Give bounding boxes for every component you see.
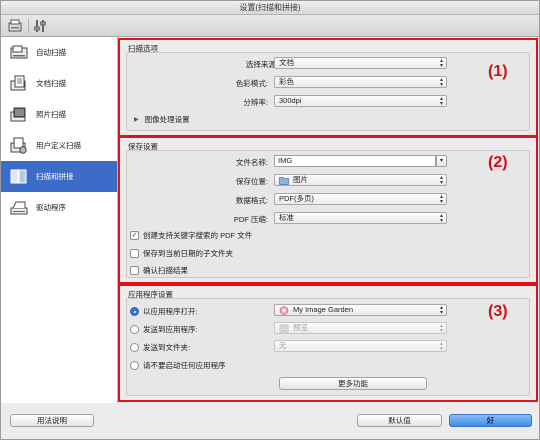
resolution-select[interactable]: 300dpi ▴ ▾: [274, 95, 447, 107]
select-arrows-icon: ▴ ▾: [439, 341, 443, 352]
preview-app-icon: [279, 324, 289, 333]
checkmark-icon: ✓: [130, 231, 139, 240]
general-settings-tab-icon[interactable]: [32, 18, 48, 34]
my-image-garden-icon: [279, 305, 289, 315]
select-arrows-icon: ▴ ▾: [439, 323, 443, 334]
section-marker-1: (1): [488, 63, 508, 80]
more-functions-button[interactable]: 更多功能: [279, 377, 427, 390]
section-marker-3: (3): [488, 303, 508, 320]
sidebar-item-auto-scan[interactable]: 自动扫描: [1, 37, 117, 68]
sidebar-item-driver[interactable]: 驱动程序: [1, 192, 117, 223]
scan-settings-tab-icon[interactable]: [7, 18, 23, 34]
sidebar-item-stitch-scan[interactable]: 扫描和拼接: [1, 161, 117, 192]
custom-scan-icon: [10, 137, 28, 155]
window-title: 设置(扫描和拼接): [1, 1, 539, 15]
data-format-select[interactable]: PDF(多页) ▴ ▾: [274, 193, 447, 205]
confirm-results-checkbox[interactable]: 确认扫描结果: [130, 265, 188, 276]
folder-icon: [279, 176, 289, 185]
defaults-button[interactable]: 默认值: [357, 414, 442, 427]
radio-send-to-app[interactable]: 发送到应用程序:: [130, 324, 198, 335]
filename-dropdown-button[interactable]: ▾: [436, 155, 447, 167]
radio-send-to-folder[interactable]: 发送到文件夹:: [130, 342, 190, 353]
auto-scan-icon: [10, 44, 28, 62]
source-label: 选择来源:: [245, 60, 278, 69]
keyword-pdf-checkbox[interactable]: ✓ 创建支持关键字搜索的 PDF 文件: [130, 230, 252, 241]
disclosure-triangle-icon: ▶: [134, 117, 139, 123]
open-with-app-select[interactable]: My Image Garden ▴ ▾: [274, 304, 447, 316]
main-panel: 扫描选项 (1) 选择来源: 文档 ▴ ▾ 色彩模式: 彩色 ▴ ▾ 分辨率: 30…: [118, 37, 539, 403]
stitch-scan-icon: [10, 168, 28, 186]
sidebar-item-document-scan[interactable]: 文档扫描: [1, 68, 117, 99]
source-select[interactable]: 文档 ▴ ▾: [274, 57, 447, 69]
instructions-button[interactable]: 用法说明: [10, 414, 94, 427]
data-format-label: 数据格式:: [235, 196, 268, 205]
send-to-folder-select[interactable]: 无 ▴ ▾: [274, 340, 447, 352]
filename-input[interactable]: IMG: [274, 155, 436, 167]
color-mode-label: 色彩模式:: [235, 79, 268, 88]
toolbar-separator: [28, 19, 29, 33]
select-arrows-icon: ▴ ▾: [439, 77, 443, 88]
pdf-compression-select[interactable]: 标准 ▴ ▾: [274, 212, 447, 224]
toolbar: [1, 15, 539, 37]
select-arrows-icon: ▴ ▾: [439, 96, 443, 107]
pdf-compression-label: PDF 压缩:: [233, 215, 268, 224]
save-location-label: 保存位置:: [235, 177, 268, 186]
driver-icon: [10, 199, 28, 217]
image-processing-disclosure[interactable]: ▶ 图像处理设置: [134, 114, 190, 125]
section-marker-2: (2): [488, 154, 508, 171]
select-arrows-icon: ▴ ▾: [439, 213, 443, 224]
select-arrows-icon: ▴ ▾: [439, 175, 443, 186]
resolution-label: 分辨率:: [243, 98, 268, 107]
photo-scan-icon: [10, 106, 28, 124]
save-location-select[interactable]: 图片 ▴ ▾: [274, 174, 447, 186]
select-arrows-icon: ▴ ▾: [439, 194, 443, 205]
ok-button[interactable]: 好: [449, 414, 532, 427]
sidebar: 自动扫描 文档扫描 照片扫描 用户定义扫描 扫描和拼接 驱动程序: [1, 37, 118, 403]
send-to-app-select[interactable]: 预览 ▴ ▾: [274, 322, 447, 334]
radio-no-app[interactable]: 请不要启动任何应用程序: [130, 360, 226, 371]
sidebar-item-photo-scan[interactable]: 照片扫描: [1, 99, 117, 130]
document-scan-icon: [10, 75, 28, 93]
radio-open-with-app[interactable]: 以应用程序打开:: [130, 306, 198, 317]
color-mode-select[interactable]: 彩色 ▴ ▾: [274, 76, 447, 88]
select-arrows-icon: ▴ ▾: [439, 58, 443, 69]
filename-label: 文件名称:: [235, 158, 268, 167]
date-subfolder-checkbox[interactable]: 保存到当前日期的子文件夹: [130, 248, 233, 259]
select-arrows-icon: ▴ ▾: [439, 305, 443, 316]
settings-window: 设置(扫描和拼接) 自动扫描 文档扫描 照片扫描 用户定义扫描 扫描和拼接 驱动…: [0, 0, 540, 440]
sidebar-item-custom-scan[interactable]: 用户定义扫描: [1, 130, 117, 161]
